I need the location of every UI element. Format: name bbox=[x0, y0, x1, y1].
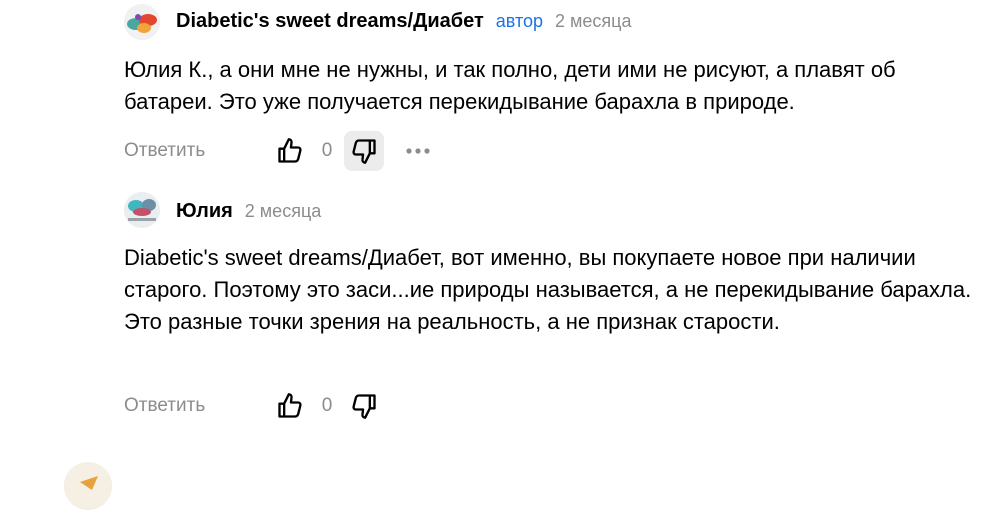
reply-button[interactable]: Ответить bbox=[124, 395, 270, 417]
dislike-button[interactable] bbox=[344, 386, 384, 426]
like-count: 0 bbox=[321, 395, 333, 416]
author-name[interactable]: Diabetic's sweet dreams/Диабет bbox=[176, 10, 484, 33]
comment: Diabetic's sweet dreams/Диабет автор 2 м… bbox=[0, 0, 1008, 180]
reply-button[interactable]: Ответить bbox=[124, 140, 270, 162]
avatar[interactable] bbox=[64, 462, 112, 510]
like-button[interactable] bbox=[270, 386, 310, 426]
thumbs-down-icon bbox=[352, 394, 376, 419]
author-name[interactable]: Юлия bbox=[176, 200, 233, 223]
photo-avatar-icon bbox=[124, 192, 160, 228]
thumbs-up-icon bbox=[278, 393, 302, 418]
partial-avatar-icon bbox=[64, 462, 112, 510]
thumbs-down-icon bbox=[352, 139, 376, 164]
more-dots-icon bbox=[406, 148, 430, 154]
candy-avatar-icon bbox=[124, 4, 160, 40]
author-line: Юлия 2 месяца bbox=[176, 200, 321, 223]
like-count: 0 bbox=[321, 140, 333, 161]
comment-date: 2 месяца bbox=[555, 11, 632, 31]
avatar[interactable] bbox=[124, 4, 160, 40]
comment: Юлия 2 месяца Diabetic's sweet dreams/Ди… bbox=[0, 186, 1008, 436]
comment-date: 2 месяца bbox=[244, 201, 322, 221]
avatar[interactable] bbox=[124, 192, 160, 228]
dislike-button[interactable] bbox=[344, 131, 384, 171]
comment-text: Юлия К., а они мне не нужны, и так полно… bbox=[124, 57, 896, 114]
thumbs-up-icon bbox=[278, 138, 302, 163]
like-button[interactable] bbox=[270, 131, 310, 171]
author-line: Diabetic's sweet dreams/Диабет автор 2 м… bbox=[176, 10, 631, 33]
author-badge: автор bbox=[495, 11, 544, 31]
comment-actions: Ответить 0 bbox=[124, 386, 384, 426]
more-button[interactable] bbox=[398, 131, 438, 171]
comment-text: Diabetic's sweet dreams/Диабет, вот имен… bbox=[124, 245, 972, 334]
comment-actions: Ответить 0 bbox=[124, 131, 438, 171]
